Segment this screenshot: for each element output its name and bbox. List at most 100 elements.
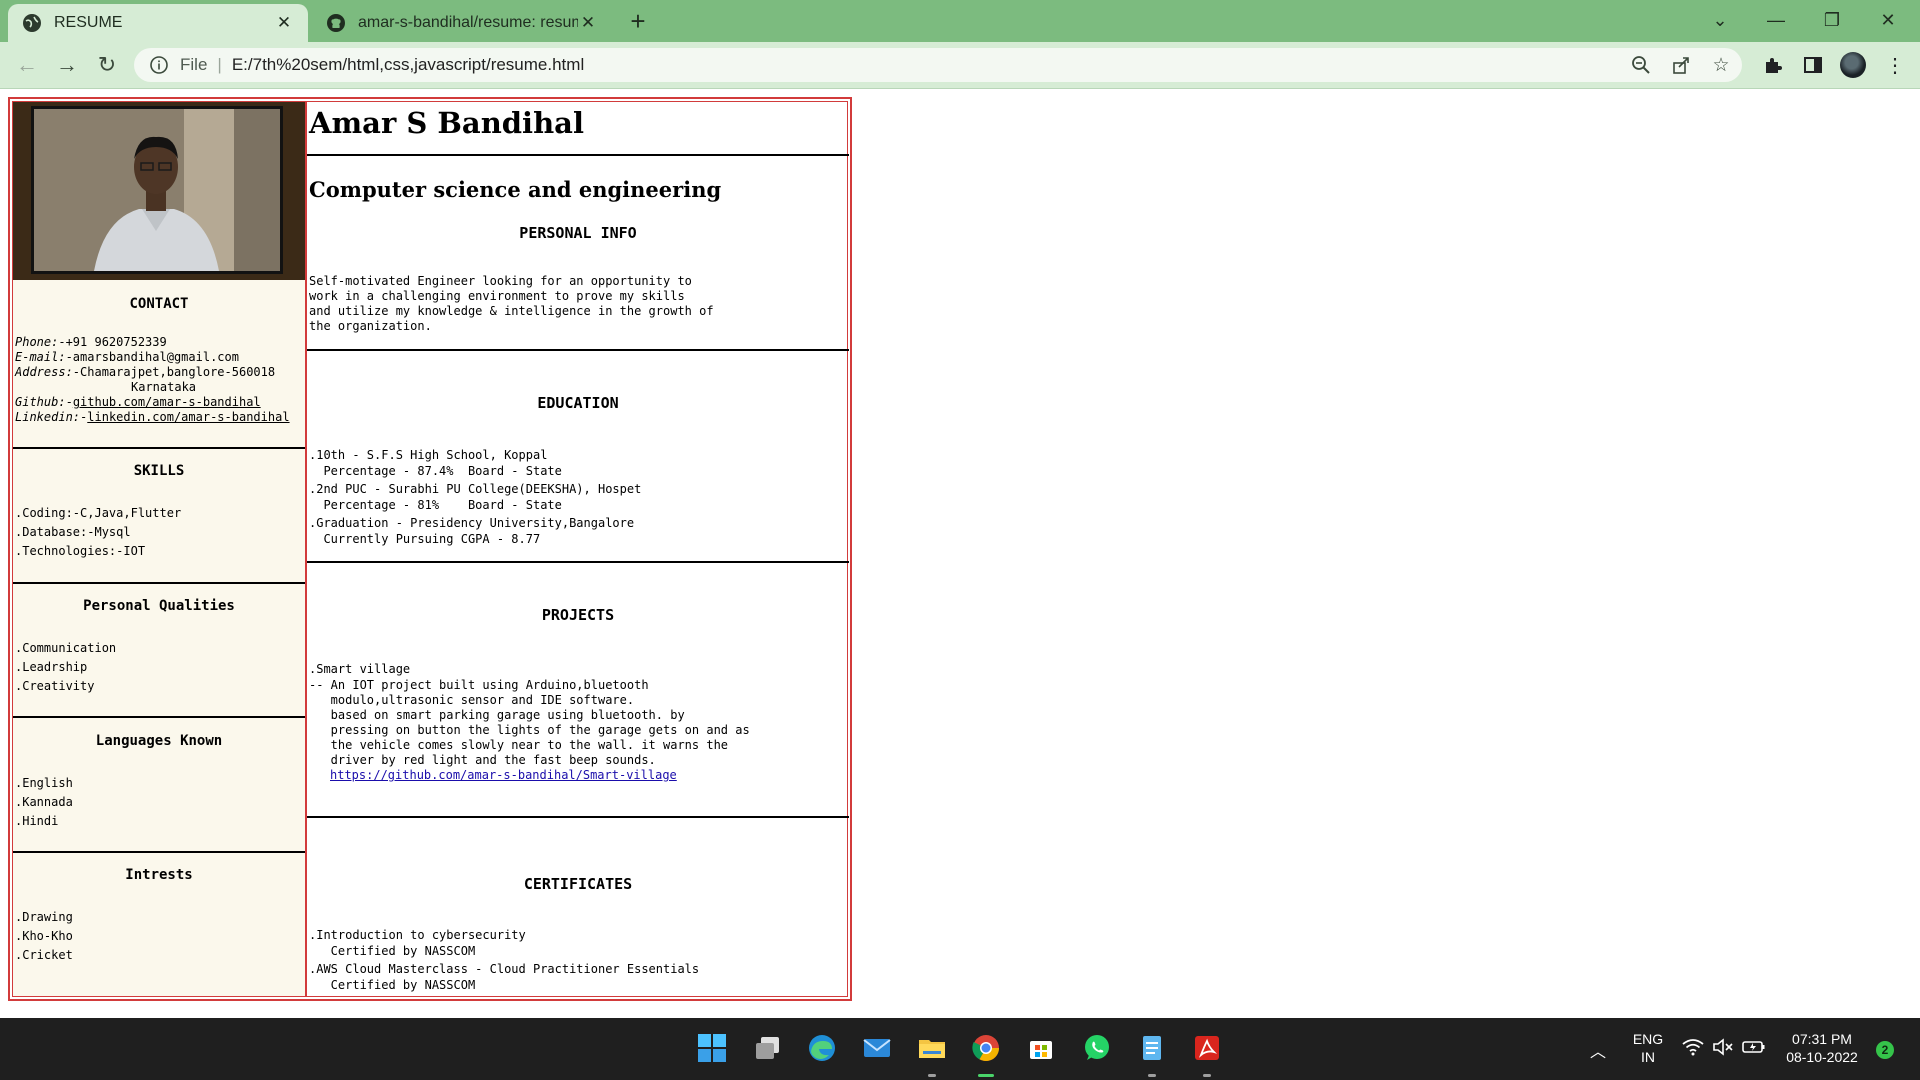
address-bar[interactable]: File | E:/7th%20sem/html,css,javascript/… [134, 48, 1742, 82]
whatsapp-icon[interactable] [1079, 1030, 1115, 1066]
windows-start-icon[interactable] [694, 1030, 730, 1066]
list-item: .Hindi [15, 814, 59, 828]
phone-value: -+91 9620752339 [58, 335, 167, 349]
restore-icon[interactable]: ❐ [1806, 0, 1858, 40]
address-separator: | [217, 55, 222, 74]
projects-heading: PROJECTS [541, 606, 615, 624]
extensions-puzzle-icon[interactable] [1756, 48, 1790, 82]
personal-info-text: Self-motivated Engineer looking for an o… [309, 274, 714, 333]
list-item: .Database:-Mysql [15, 525, 131, 539]
education-entry: .2nd PUC - Surabhi PU College(DEEKSHA), … [309, 482, 642, 512]
language-indicator[interactable]: ENG IN [1628, 1030, 1668, 1066]
education-entry: .10th - S.F.S High School, Koppal Percen… [309, 448, 562, 478]
divider [13, 716, 305, 718]
windows-taskbar: ︿ ENG IN 07:31 PM 08-10-2022 [0, 1018, 1920, 1080]
microsoft-store-icon[interactable] [1023, 1030, 1059, 1066]
active-indicator [978, 1074, 994, 1077]
running-indicator [1203, 1074, 1211, 1077]
certificates-list: .Introduction to cybersecurity Certified… [309, 927, 699, 993]
back-icon[interactable]: ← [10, 48, 44, 82]
side-panel-icon[interactable] [1796, 48, 1830, 82]
scheme-label: File [180, 55, 208, 74]
resume-inner: CONTACT Phone:-+91 9620752339 E-mail:-am… [12, 101, 849, 997]
address-line-1: -Chamarajpet,banglore-560018 [72, 365, 276, 379]
more-menu-icon[interactable]: ⋮ [1878, 48, 1912, 82]
forward-icon[interactable]: → [50, 48, 84, 82]
list-item: .Leadrship [15, 660, 88, 674]
battery-charging-icon[interactable] [1742, 1038, 1766, 1059]
clock[interactable]: 07:31 PM 08-10-2022 [1780, 1030, 1864, 1066]
project-link[interactable]: https://github.com/amar-s-bandihal/Smart… [330, 768, 677, 783]
list-item: .Communication [15, 641, 117, 655]
task-view-icon[interactable] [750, 1030, 786, 1066]
profile-avatar[interactable] [1840, 52, 1866, 78]
education-list: .10th - S.F.S High School, Koppal Percen… [309, 447, 641, 547]
show-hidden-icons-chevron-icon[interactable]: ︿ [1590, 1038, 1606, 1062]
github-link[interactable]: github.com/amar-s-bandihal [73, 395, 261, 409]
github-icon [327, 14, 345, 32]
certificates-heading: CERTIFICATES [523, 875, 633, 893]
github-label: Github: [15, 395, 66, 409]
notepad-icon[interactable] [1134, 1030, 1170, 1066]
speaker-muted-icon[interactable] [1712, 1038, 1734, 1059]
share-icon[interactable] [1664, 48, 1698, 82]
personal-qualities-heading: Personal Qualities [83, 598, 235, 614]
info-icon[interactable] [148, 54, 170, 76]
contact-details: Phone:-+91 9620752339 E-mail:-amarsbandi… [15, 335, 290, 425]
zoom-out-icon[interactable] [1624, 48, 1658, 82]
email-value: -amarsbandihal@gmail.com [65, 350, 239, 364]
clock-time: 07:31 PM [1792, 1031, 1852, 1047]
personal-info-heading: PERSONAL INFO [519, 224, 637, 242]
page-content: CONTACT Phone:-+91 9620752339 E-mail:-am… [0, 89, 1920, 1018]
window-close-icon[interactable]: ✕ [1862, 0, 1914, 40]
languages-heading: Languages Known [95, 733, 223, 749]
interests-list: .Drawing .Kho-Kho .Cricket [15, 908, 73, 965]
divider [13, 447, 305, 449]
email-label: E-mail: [15, 350, 66, 364]
address-line-2: Karnataka [131, 380, 197, 394]
list-item: .Kho-Kho [15, 929, 73, 943]
github-prefix: - [65, 395, 73, 409]
tab-resume[interactable]: RESUME ✕ [8, 4, 308, 42]
url-text[interactable]: E:/7th%20sem/html,css,javascript/resume.… [232, 55, 584, 75]
divider [13, 582, 305, 584]
qualities-list: .Communication .Leadrship .Creativity [15, 639, 116, 696]
profile-photo [31, 106, 283, 274]
notification-badge[interactable]: 2 [1876, 1041, 1894, 1059]
bookmark-star-icon[interactable]: ☆ [1704, 48, 1738, 82]
reload-icon[interactable]: ↻ [90, 48, 124, 82]
resume-table: CONTACT Phone:-+91 9620752339 E-mail:-am… [8, 97, 852, 1001]
list-item: .Cricket [15, 948, 73, 962]
wifi-icon[interactable] [1682, 1038, 1704, 1059]
running-indicator [928, 1074, 936, 1077]
tab-search-chevron-icon[interactable]: ⌄ [1694, 0, 1746, 40]
tab-title: amar-s-bandihal/resume: resume [358, 14, 578, 31]
education-entry: .Graduation - Presidency University,Bang… [309, 516, 635, 546]
linkedin-label: Linkedin: [15, 410, 81, 424]
languages-list: .English .Kannada .Hindi [15, 774, 73, 831]
edge-icon[interactable] [804, 1030, 840, 1066]
divider [307, 349, 849, 351]
tab-github-resume[interactable]: amar-s-bandihal/resume: resume ✕ [312, 4, 612, 42]
interests-heading: Intrests [125, 867, 193, 883]
tab-title: RESUME [54, 14, 123, 31]
education-heading: EDUCATION [537, 394, 619, 412]
new-tab-button[interactable]: + [624, 8, 652, 36]
acrobat-icon[interactable] [1189, 1030, 1225, 1066]
tab-close-icon[interactable]: ✕ [578, 13, 598, 33]
skills-list: .Coding:-C,Java,Flutter .Database:-Mysql… [15, 504, 181, 561]
minimize-icon[interactable]: — [1750, 0, 1802, 40]
department-heading: Computer science and engineering [309, 177, 722, 202]
tab-close-icon[interactable]: ✕ [274, 13, 294, 33]
resume-sidebar: CONTACT Phone:-+91 9620752339 E-mail:-am… [13, 102, 307, 996]
divider [307, 154, 849, 156]
file-explorer-icon[interactable] [914, 1030, 950, 1066]
linkedin-link[interactable]: linkedin.com/amar-s-bandihal [87, 410, 289, 424]
clock-date: 08-10-2022 [1786, 1049, 1858, 1065]
chrome-icon[interactable] [968, 1030, 1004, 1066]
mail-icon[interactable] [859, 1030, 895, 1066]
tab-strip: RESUME ✕ amar-s-bandihal/resume: resume … [0, 0, 1920, 42]
globe-icon [23, 14, 41, 32]
skills-heading: SKILLS [133, 463, 185, 479]
divider [307, 561, 849, 563]
